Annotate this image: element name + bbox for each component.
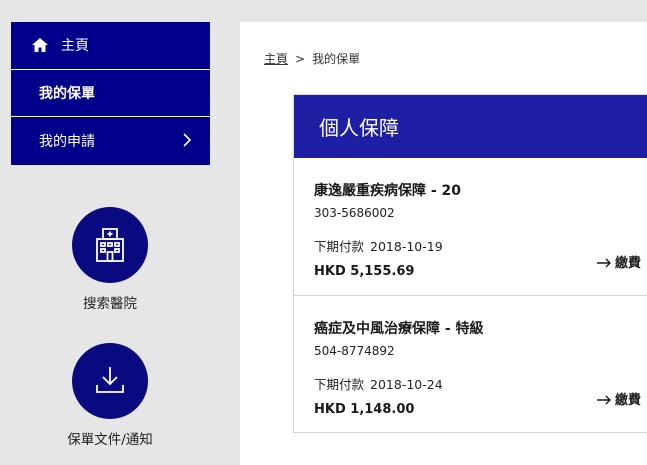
chevron-right-icon [182,132,192,148]
pay-button[interactable]: 繳費 [596,252,641,271]
policy-number: 504-8774892 [314,344,395,358]
card-title: 個人保障 [294,95,647,158]
search-hospital-link[interactable]: 搜索醫院 [40,207,180,312]
home-icon [31,37,49,53]
policy-documents-link[interactable]: 保單文件/通知 [40,343,180,448]
sidebar-item-my-applications[interactable]: 我的申請 [11,117,210,165]
main-panel: 主頁 > 我的保單 個人保障 康逸嚴重疾病保障 - 20 303-5686002 下… [240,22,647,465]
arrow-right-icon [596,394,612,404]
pay-button[interactable]: 繳費 [596,389,641,408]
next-payment-date: 2018-10-24 [370,377,443,392]
policy-item: 癌症及中風治療保障 - 特級 504-8774892 下期付款 2018-10-2… [294,295,647,432]
policy-name[interactable]: 癌症及中風治療保障 - 特級 [314,318,647,338]
sidebar-item-label: 主頁 [61,38,89,55]
hospital-icon [72,207,148,283]
sidebar-item-label: 我的保單 [39,85,95,102]
next-payment-label: 下期付款 [314,239,365,254]
policy-name[interactable]: 康逸嚴重疾病保障 - 20 [314,180,647,200]
quick-link-label: 保單文件/通知 [67,432,153,448]
pay-button-label: 繳費 [614,393,641,408]
arrow-right-icon [596,257,612,267]
breadcrumb: 主頁 > 我的保單 [264,50,360,67]
sidebar-item-label: 我的申請 [39,133,95,150]
breadcrumb-current: 我的保單 [312,52,361,66]
breadcrumb-home-link[interactable]: 主頁 [264,52,288,66]
sidebar-nav: 主頁 我的保單 我的申請 [11,22,210,165]
policy-item: 康逸嚴重疾病保障 - 20 303-5686002 下期付款 2018-10-19… [294,158,647,295]
quick-link-label: 搜索醫院 [83,296,137,312]
next-payment-date: 2018-10-19 [370,239,443,254]
sidebar-item-my-policies[interactable]: 我的保單 [11,70,210,118]
pay-button-label: 繳費 [614,256,641,271]
sidebar-item-home[interactable]: 主頁 [11,22,210,70]
breadcrumb-separator: > [295,52,306,66]
personal-protection-card: 個人保障 康逸嚴重疾病保障 - 20 303-5686002 下期付款 2018-… [293,94,647,433]
download-icon [72,343,148,419]
policy-number: 303-5686002 [314,206,395,220]
next-payment-label: 下期付款 [314,377,365,392]
